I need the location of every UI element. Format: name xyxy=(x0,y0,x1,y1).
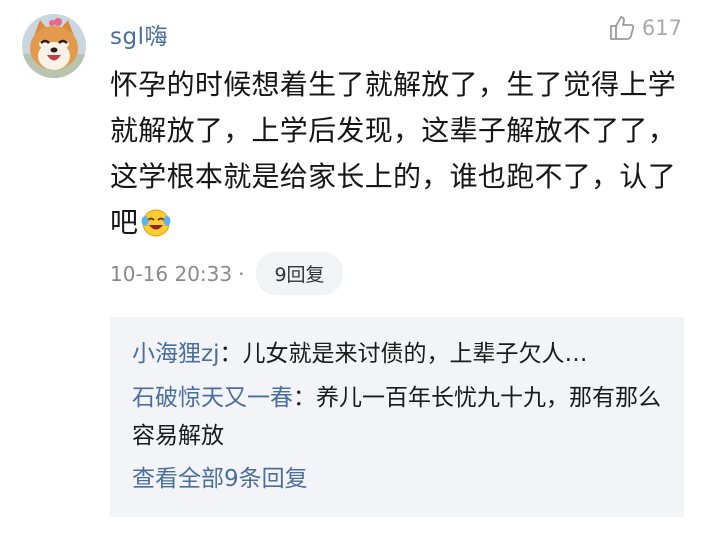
laughing-crying-emoji-icon xyxy=(140,206,172,252)
reply-count-button[interactable]: 9回复 xyxy=(256,252,343,295)
comment-meta: 10-16 20:33 · 9回复 xyxy=(110,252,343,295)
reply-item[interactable]: 石破惊天又一春：养儿一百年长忧九十九，那有那么容易解放 xyxy=(132,379,662,455)
comment-body: 怀孕的时候想着生了就解放了，生了觉得上学就解放了，上学后发现，这辈子解放不了了，… xyxy=(110,62,690,252)
reply-separator: ： xyxy=(293,385,316,411)
meta-separator: · xyxy=(238,261,245,286)
reply-separator: ： xyxy=(219,341,243,367)
comment-username[interactable]: sgl嗨 xyxy=(110,17,168,51)
like-button[interactable]: 617 xyxy=(608,14,682,42)
reply-author[interactable]: 石破惊天又一春 xyxy=(132,385,293,411)
reply-author[interactable]: 小海狸zj xyxy=(132,341,219,367)
view-all-replies-link[interactable]: 查看全部9条回复 xyxy=(132,459,308,493)
avatar[interactable] xyxy=(22,14,86,78)
like-count: 617 xyxy=(641,16,682,40)
reply-text: 儿女就是来讨债的，上辈子欠人… xyxy=(242,341,588,367)
shiba-dog-avatar-icon xyxy=(22,14,86,78)
comment-text: 怀孕的时候想着生了就解放了，生了觉得上学就解放了，上学后发现，这辈子解放不了了，… xyxy=(110,68,677,239)
replies-preview: 小海狸zj：儿女就是来讨债的，上辈子欠人… 石破惊天又一春：养儿一百年长忧九十九… xyxy=(110,317,684,517)
thumbs-up-icon xyxy=(610,16,635,40)
reply-item[interactable]: 小海狸zj：儿女就是来讨债的，上辈子欠人… xyxy=(132,335,662,373)
comment-timestamp: 10-16 20:33 xyxy=(110,261,233,286)
